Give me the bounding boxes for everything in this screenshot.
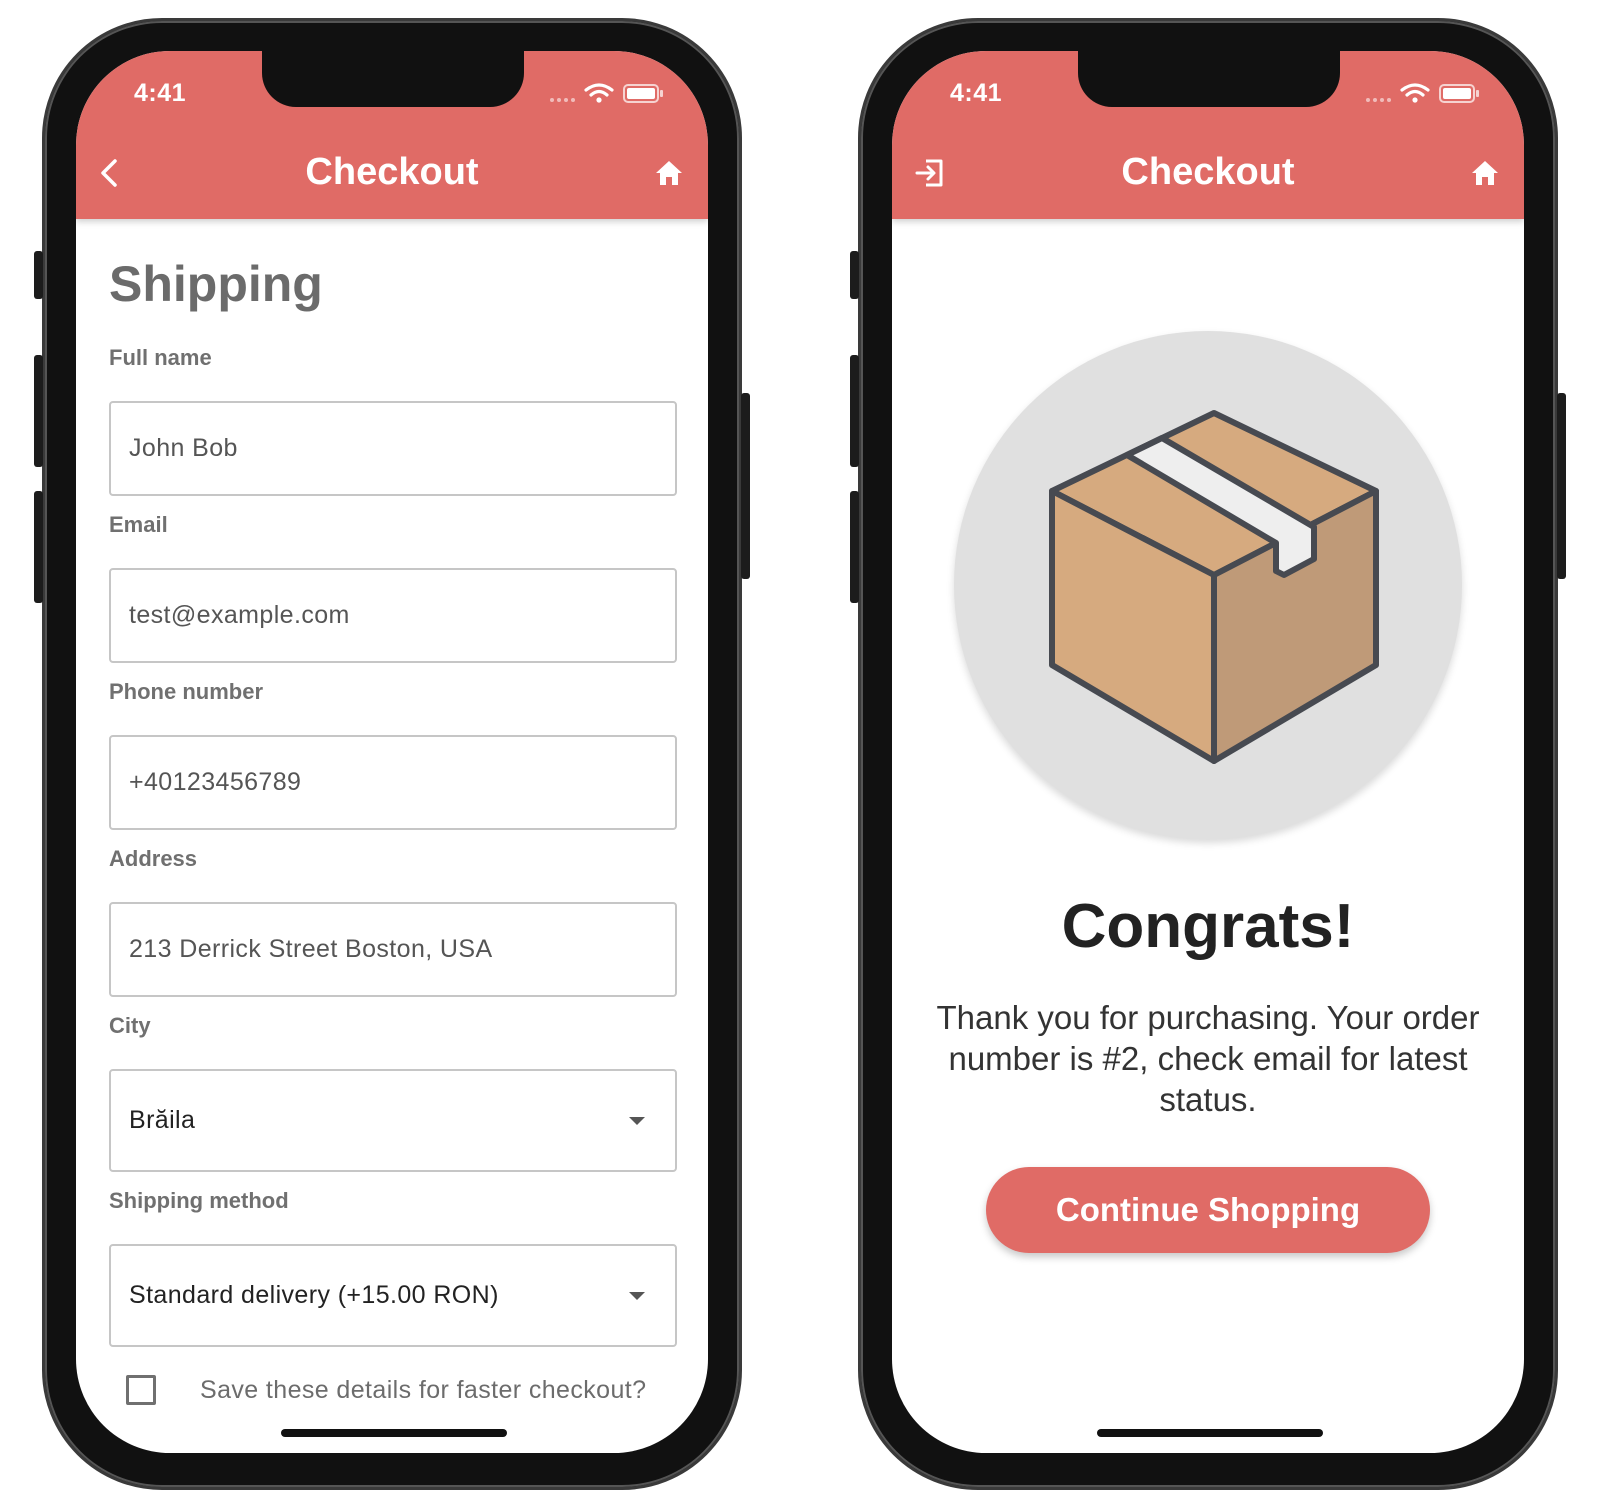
status-icons xyxy=(550,83,663,103)
power-button xyxy=(1557,393,1566,579)
screen-shipping: 4:41 Checkout Shipping Full name John Bo… xyxy=(76,51,708,1453)
phone-frame-left: 4:41 Checkout Shipping Full name John Bo… xyxy=(34,18,750,1490)
volume-up-button xyxy=(34,355,43,467)
volume-down-button xyxy=(850,491,859,603)
shipping-method-select[interactable]: Standard delivery (+15.00 RON) xyxy=(109,1244,677,1347)
home-icon[interactable] xyxy=(1470,158,1500,188)
notch xyxy=(1078,51,1340,107)
home-icon[interactable] xyxy=(654,158,684,188)
full-name-label: Full name xyxy=(109,345,212,370)
shipping-method-label: Shipping method xyxy=(109,1188,289,1213)
mute-switch xyxy=(850,251,859,299)
mute-switch xyxy=(34,251,43,299)
congrats-heading: Congrats! xyxy=(1061,892,1355,961)
shipping-method-value: Standard delivery (+15.00 RON) xyxy=(129,1281,499,1309)
power-button xyxy=(741,393,750,579)
header-title: Checkout xyxy=(305,151,479,193)
status-icons xyxy=(1366,83,1479,103)
city-select-value: Brăila xyxy=(129,1106,196,1134)
header-title: Checkout xyxy=(1121,151,1295,193)
cellular-signal-icon xyxy=(1366,98,1391,102)
app-bar: 4:41 Checkout xyxy=(892,51,1524,219)
status-time: 4:41 xyxy=(950,79,1003,107)
wifi-icon xyxy=(584,83,614,103)
status-time: 4:41 xyxy=(134,79,187,107)
address-field[interactable] xyxy=(109,902,677,997)
wifi-icon xyxy=(1400,83,1430,103)
email-field[interactable] xyxy=(109,568,677,663)
volume-up-button xyxy=(850,355,859,467)
volume-down-button xyxy=(34,491,43,603)
app-bar: 4:41 Checkout xyxy=(76,51,708,219)
city-select[interactable]: Brăila xyxy=(109,1069,677,1172)
city-label: City xyxy=(109,1013,151,1038)
continue-shopping-button[interactable]: Continue Shopping xyxy=(986,1167,1430,1253)
address-input[interactable] xyxy=(111,904,675,995)
dropdown-caret-icon xyxy=(629,1117,645,1125)
package-box-icon xyxy=(1049,410,1379,764)
dropdown-caret-icon xyxy=(629,1292,645,1300)
shipping-form: Shipping Full name Email Phone number Ad… xyxy=(76,219,708,1453)
phone-label: Phone number xyxy=(109,679,264,704)
order-success-content: Congrats! Thank you for purchasing. Your… xyxy=(892,219,1524,1453)
thank-you-message: Thank you for purchasing. Your order num… xyxy=(936,999,1480,1118)
save-details-label: Save these details for faster checkout? xyxy=(200,1376,647,1404)
phone-frame-right: 4:41 Checkout Congrats! Thank you for pu… xyxy=(850,18,1566,1490)
home-indicator xyxy=(281,1429,507,1437)
battery-icon xyxy=(623,84,663,103)
address-label: Address xyxy=(109,846,198,871)
home-indicator xyxy=(1097,1429,1323,1437)
phone-input[interactable] xyxy=(111,737,675,828)
save-details-checkbox[interactable] xyxy=(126,1375,156,1405)
cellular-signal-icon xyxy=(550,98,575,102)
full-name-input[interactable] xyxy=(111,403,675,494)
battery-icon xyxy=(1439,84,1479,103)
section-title: Shipping xyxy=(109,256,323,312)
full-name-field[interactable] xyxy=(109,401,677,496)
phone-field[interactable] xyxy=(109,735,677,830)
email-input[interactable] xyxy=(111,570,675,661)
screen-order-success: 4:41 Checkout Congrats! Thank you for pu… xyxy=(892,51,1524,1453)
email-label: Email xyxy=(109,512,168,537)
notch xyxy=(262,51,524,107)
